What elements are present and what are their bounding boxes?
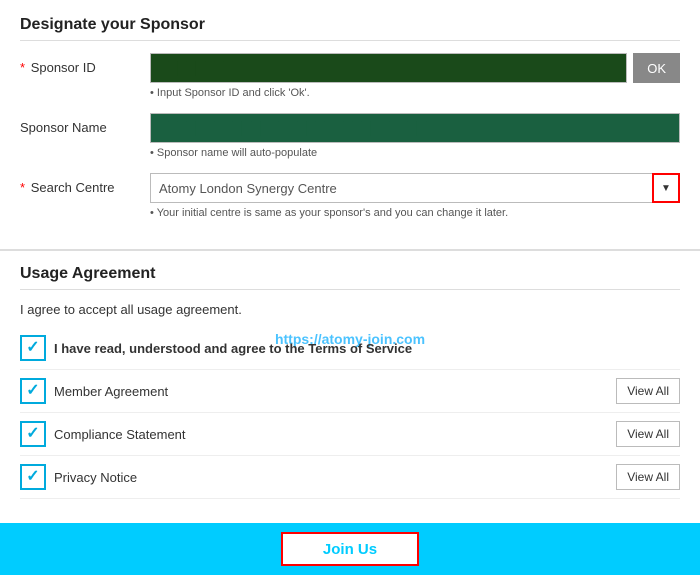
search-centre-label: * Search Centre <box>20 173 150 195</box>
join-us-button[interactable]: Join Us <box>281 532 419 566</box>
agreement-item-terms: ✓ I have read, understood and agree to t… <box>20 327 680 370</box>
search-centre-required-marker: * <box>20 180 25 195</box>
agreement-label-compliance: Compliance Statement <box>54 427 616 442</box>
sponsor-id-row: * Sponsor ID OK Input Sponsor ID and cli… <box>20 53 680 99</box>
search-centre-hint: Your initial centre is same as your spon… <box>150 207 680 219</box>
sponsor-id-ok-button[interactable]: OK <box>633 53 680 83</box>
agreement-label-member: Member Agreement <box>54 384 616 399</box>
sponsor-id-required-marker: * <box>20 60 25 75</box>
sponsor-name-label: Sponsor Name <box>20 113 150 135</box>
view-all-privacy-button[interactable]: View All <box>616 464 680 490</box>
sponsor-section: Designate your Sponsor * Sponsor ID OK I… <box>0 0 700 249</box>
sponsor-id-label: * Sponsor ID <box>20 53 150 75</box>
view-all-compliance-button[interactable]: View All <box>616 421 680 447</box>
view-all-member-button[interactable]: View All <box>616 378 680 404</box>
agreement-label-privacy: Privacy Notice <box>54 470 616 485</box>
usage-section: Usage Agreement I agree to accept all us… <box>0 249 700 513</box>
checkbox-terms[interactable]: ✓ <box>20 335 46 361</box>
checkmark-privacy: ✓ <box>26 469 39 485</box>
agreement-item-compliance: ✓ Compliance Statement View All <box>20 413 680 456</box>
checkbox-member[interactable]: ✓ <box>20 378 46 404</box>
sponsor-id-input-row: OK <box>150 53 680 83</box>
checkbox-compliance[interactable]: ✓ <box>20 421 46 447</box>
agreements-container: https://atomy-join.com ✓ I have read, un… <box>20 327 680 499</box>
sponsor-name-field: Sponsor name will auto-populate <box>150 113 680 159</box>
sponsor-id-input[interactable] <box>150 53 627 83</box>
search-centre-row: * Search Centre Atomy London Synergy Cen… <box>20 173 680 219</box>
agreement-item-member: ✓ Member Agreement View All <box>20 370 680 413</box>
checkbox-privacy[interactable]: ✓ <box>20 464 46 490</box>
agreement-item-privacy: ✓ Privacy Notice View All <box>20 456 680 499</box>
agreement-label-terms: I have read, understood and agree to the… <box>54 341 680 356</box>
search-centre-select-wrapper: Atomy London Synergy Centre ▼ <box>150 173 680 203</box>
search-centre-field: Atomy London Synergy Centre ▼ Your initi… <box>150 173 680 219</box>
footer-bar: Join Us <box>0 523 700 575</box>
search-centre-select[interactable]: Atomy London Synergy Centre <box>150 173 680 203</box>
sponsor-name-hint: Sponsor name will auto-populate <box>150 147 680 159</box>
usage-section-title: Usage Agreement <box>20 265 680 290</box>
checkmark-member: ✓ <box>26 383 39 399</box>
sponsor-id-field: OK Input Sponsor ID and click 'Ok'. <box>150 53 680 99</box>
sponsor-name-row: Sponsor Name Sponsor name will auto-popu… <box>20 113 680 159</box>
sponsor-section-title: Designate your Sponsor <box>20 16 680 41</box>
checkmark-terms: ✓ <box>26 340 39 356</box>
agree-all-text: I agree to accept all usage agreement. <box>20 302 680 317</box>
sponsor-name-input[interactable] <box>150 113 680 143</box>
search-centre-input-row: Atomy London Synergy Centre ▼ <box>150 173 680 203</box>
sponsor-id-hint: Input Sponsor ID and click 'Ok'. <box>150 87 680 99</box>
checkmark-compliance: ✓ <box>26 426 39 442</box>
